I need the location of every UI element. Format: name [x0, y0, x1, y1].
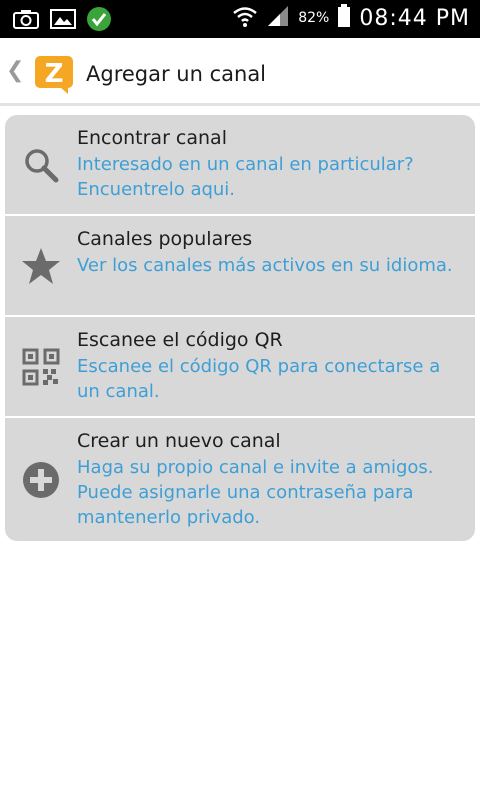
page-title: Agregar un canal	[86, 62, 267, 86]
menu-item-description: Ver los canales más activos en su idioma…	[77, 255, 453, 276]
menu-item-title: Crear un nuevo canal	[77, 430, 281, 452]
menu-item-scan-qr[interactable]: Escanee el código QR Escanee el código Q…	[5, 317, 475, 418]
menu-item-description: Escanee el código QR para conectarse a u…	[77, 356, 441, 402]
wifi-icon	[232, 4, 258, 32]
qr-code-icon	[21, 347, 61, 387]
clock: 08:44 PM	[359, 5, 470, 31]
menu-item-description: Interesado en un canal en particular? En…	[77, 154, 414, 200]
check-icon	[86, 6, 112, 36]
battery-percent: 82%	[298, 10, 330, 26]
signal-icon	[266, 4, 290, 32]
status-bar: 82% 08:44 PM	[0, 0, 480, 38]
add-circle-icon	[21, 460, 61, 500]
action-bar: ❮ Z Agregar un canal	[0, 38, 480, 106]
camera-icon	[12, 8, 40, 34]
menu-item-title: Encontrar canal	[77, 127, 227, 149]
menu-item-title: Canales populares	[77, 228, 253, 250]
menu-item-create-channel[interactable]: Crear un nuevo canal Haga su propio cana…	[5, 418, 475, 541]
app-logo-letter: Z	[45, 59, 64, 89]
app-logo[interactable]: Z	[34, 55, 74, 95]
menu-item-description: Haga su propio canal e invite a amigos. …	[77, 457, 434, 528]
menu-item-popular-channels[interactable]: Canales populares Ver los canales más ac…	[5, 216, 475, 317]
star-icon	[21, 246, 61, 286]
menu-item-title: Escanee el código QR	[77, 329, 283, 351]
chevron-left-icon[interactable]: ❮	[6, 58, 24, 83]
search-icon	[21, 145, 61, 185]
gallery-icon	[50, 8, 76, 34]
battery-icon	[337, 4, 351, 32]
add-channel-menu: Encontrar canal Interesado en un canal e…	[5, 115, 475, 541]
menu-item-find-channel[interactable]: Encontrar canal Interesado en un canal e…	[5, 115, 475, 216]
